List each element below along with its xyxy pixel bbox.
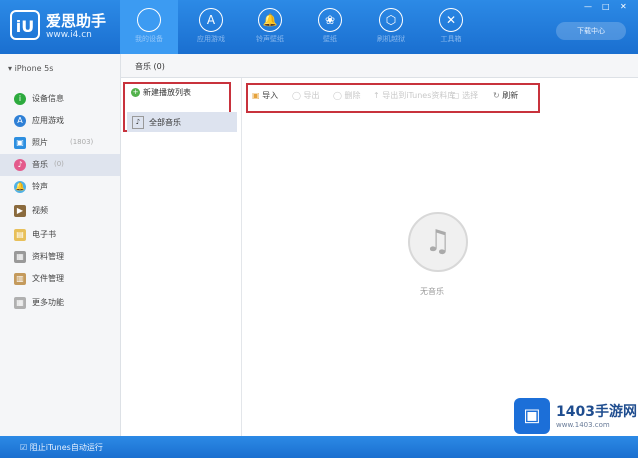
sidebar-item-label: 应用游戏 — [32, 116, 64, 125]
nav-label: 我的设备 — [135, 35, 163, 43]
device-label: iPhone 5s — [14, 64, 54, 73]
nav-label: 刷机越狱 — [377, 35, 405, 43]
app-store-icon: A — [199, 8, 223, 32]
sidebar-item-count: (1803) — [70, 138, 94, 146]
add-icon: + — [131, 88, 140, 97]
bell-icon: 🔔 — [14, 181, 26, 193]
select-label: 选择 — [462, 91, 479, 100]
app-title: 爱思助手 — [46, 12, 107, 30]
tools-icon: ✕ — [439, 8, 463, 32]
nav-label: 应用游戏 — [197, 35, 225, 43]
sidebar-item-label: 设备信息 — [32, 94, 64, 103]
video-icon: ▶ — [14, 205, 26, 217]
export-icon: ◯ — [292, 91, 301, 100]
sidebar-item-count: (0) — [54, 160, 64, 168]
sidebar-item-label: 音乐 — [32, 160, 48, 169]
empty-state-text: 无音乐 — [420, 287, 444, 296]
sidebar-item-label: 文件管理 — [32, 274, 64, 283]
import-button[interactable]: ▣ 导入 — [252, 90, 278, 101]
tab-strip: 音乐 (0) — [121, 54, 638, 78]
transfer-icon: ↑ — [373, 91, 380, 100]
new-playlist-label: 新建播放列表 — [143, 88, 191, 97]
new-playlist-button[interactable]: + 新建播放列表 — [131, 87, 191, 98]
export-itunes-button[interactable]: ↑ 导出到iTunes资料库 — [373, 90, 455, 101]
nav-wallpapers[interactable]: ❀ 壁纸 — [301, 0, 359, 54]
sidebar-item-label: 电子书 — [32, 230, 56, 239]
data-icon: ▦ — [14, 251, 26, 263]
nav-flash-jailbreak[interactable]: ⬡ 刷机越狱 — [362, 0, 420, 54]
apple-icon — [137, 8, 161, 32]
sidebar-item-video[interactable]: ▶ 视频 — [0, 200, 120, 222]
sidebar-item-file-manage[interactable]: ▥ 文件管理 — [0, 268, 120, 290]
sidebar-item-music[interactable]: ♪ 音乐 (0) — [0, 154, 120, 176]
bell-icon: 🔔 — [258, 8, 282, 32]
flower-icon: ❀ — [318, 8, 342, 32]
sidebar-item-photos[interactable]: ▣ 照片 (1803) — [0, 132, 120, 154]
music-note-icon: ♫ — [408, 212, 468, 272]
book-icon: ▤ — [14, 229, 26, 241]
nav-label: 工具箱 — [440, 35, 462, 43]
close-icon[interactable]: ✕ — [620, 2, 627, 11]
delete-icon: ◯ — [333, 91, 342, 100]
music-icon: ♪ — [14, 159, 26, 171]
sidebar-item-label: 铃声 — [32, 182, 48, 191]
playlist-panel: + 新建播放列表 ♪ 全部音乐 — [121, 78, 242, 436]
app-url: www.i4.cn — [46, 30, 92, 40]
sidebar-item-label: 资料管理 — [32, 252, 64, 261]
sidebar-item-label: 更多功能 — [32, 298, 64, 307]
sidebar-item-ebooks[interactable]: ▤ 电子书 — [0, 224, 120, 246]
folder-icon: ▥ — [14, 273, 26, 285]
sidebar-item-device-info[interactable]: i 设备信息 — [0, 88, 120, 110]
export-label: 导出 — [303, 91, 320, 100]
maximize-icon[interactable]: □ — [602, 2, 610, 11]
nav-my-device[interactable]: 我的设备 — [120, 0, 178, 54]
sidebar-item-more[interactable]: ▦ 更多功能 — [0, 292, 120, 314]
sidebar-item-label: 照片 — [32, 138, 48, 147]
nav-apps-games[interactable]: A 应用游戏 — [182, 0, 240, 54]
nav-label: 铃声壁纸 — [256, 35, 284, 43]
status-bar: ☑ 阻止iTunes自动运行 — [0, 436, 638, 458]
apps-icon: A — [14, 115, 26, 127]
top-bar: iU 爱思助手 www.i4.cn 我的设备 A 应用游戏 🔔 铃声壁纸 ❀ 壁… — [0, 0, 638, 54]
status-label: 阻止iTunes自动运行 — [29, 443, 103, 452]
import-icon: ▣ — [252, 91, 260, 100]
sidebar-item-apps[interactable]: A 应用游戏 — [0, 110, 120, 132]
nav-toolbox[interactable]: ✕ 工具箱 — [422, 0, 480, 54]
app-logo-icon: iU — [10, 10, 40, 40]
refresh-icon: ↻ — [493, 91, 500, 100]
device-name[interactable]: ▾ iPhone 5s — [8, 64, 53, 73]
sidebar-item-data-manage[interactable]: ▦ 资料管理 — [0, 246, 120, 268]
export-button[interactable]: ◯ 导出 — [292, 90, 320, 101]
import-label: 导入 — [262, 91, 279, 100]
music-note-icon: ♪ — [132, 116, 144, 129]
export-itunes-label: 导出到iTunes资料库 — [382, 91, 456, 100]
watermark-url: www.1403.com — [556, 421, 610, 429]
minimize-icon[interactable]: — — [584, 2, 592, 11]
delete-label: 删除 — [344, 91, 361, 100]
all-music-label: 全部音乐 — [149, 118, 181, 127]
info-icon: i — [14, 93, 26, 105]
sidebar-item-ringtones[interactable]: 🔔 铃声 — [0, 176, 120, 198]
download-center-button[interactable]: 下载中心 — [556, 22, 626, 40]
refresh-button[interactable]: ↻ 刷新 — [493, 90, 518, 101]
delete-button[interactable]: ◯ 删除 — [333, 90, 361, 101]
nav-ringtones[interactable]: 🔔 铃声壁纸 — [241, 0, 299, 54]
box-icon: ⬡ — [379, 8, 403, 32]
grid-icon: ▦ — [14, 297, 26, 309]
tab-music[interactable]: 音乐 (0) — [135, 61, 165, 72]
sidebar-item-label: 视频 — [32, 206, 48, 215]
sidebar: ▾ iPhone 5s i 设备信息 A 应用游戏 ▣ 照片 (1803) ♪ … — [0, 54, 121, 436]
select-button[interactable]: ▢ 选择 — [452, 90, 478, 101]
select-icon: ▢ — [452, 91, 460, 100]
photo-icon: ▣ — [14, 137, 26, 149]
all-music-item[interactable]: ♪ 全部音乐 — [127, 112, 237, 132]
block-itunes-checkbox[interactable]: ☑ 阻止iTunes自动运行 — [20, 442, 103, 453]
watermark-title: 1403手游网 — [556, 404, 637, 420]
watermark-logo-icon: ▣ — [514, 398, 550, 434]
refresh-label: 刷新 — [502, 91, 519, 100]
nav-label: 壁纸 — [323, 35, 337, 43]
